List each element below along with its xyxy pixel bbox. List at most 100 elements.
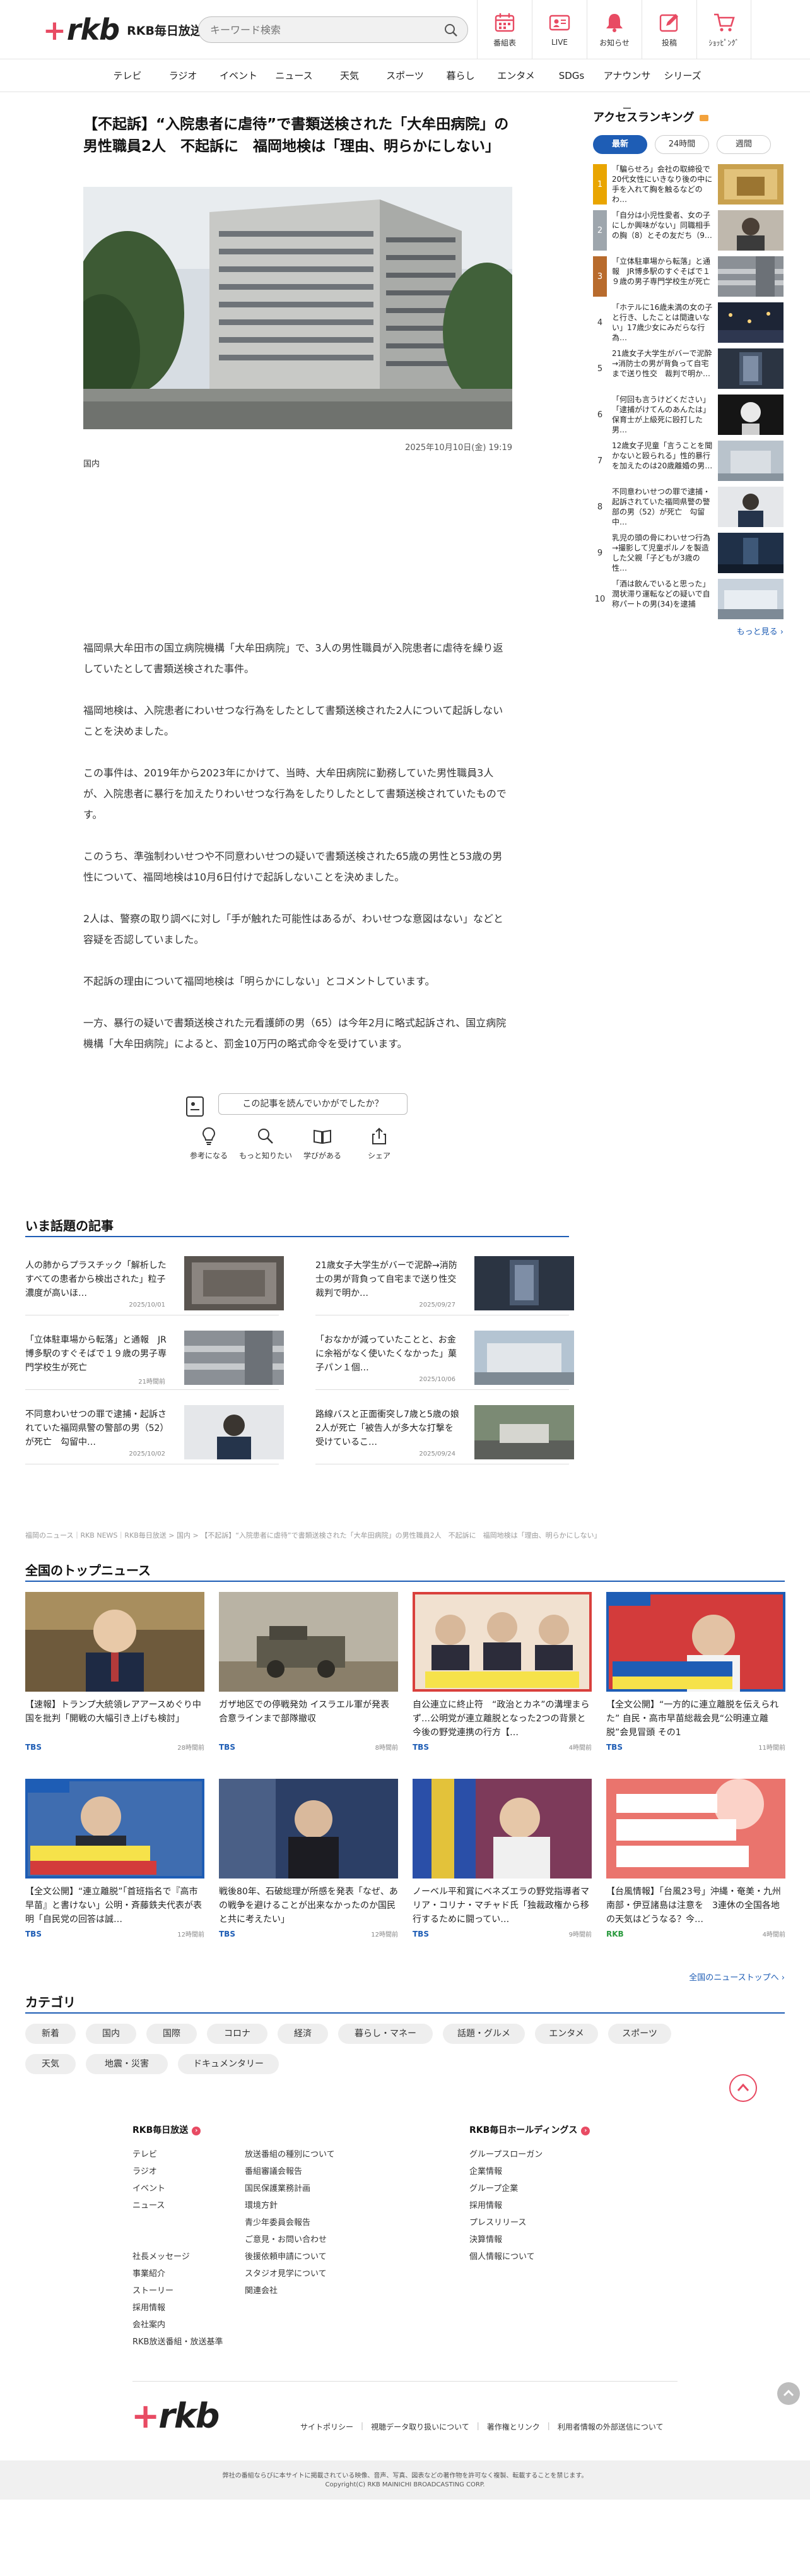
global-nav-announcer[interactable]: アナウンサー — [599, 59, 655, 114]
category-entertainment[interactable]: エンタメ — [535, 2024, 598, 2044]
ranking-item[interactable]: 2 「自分は小児性愛者、女の子にしか興味がない」同職相手の胸（8）とその友だち（… — [593, 210, 784, 251]
all-news-link[interactable]: 全国のニューストップへ › — [656, 1971, 785, 1983]
trending-item[interactable]: 路線バスと正面衝突し7歳と5歳の娘2人が死亡「被告人が多大な打撃を受けているこ…… — [315, 1405, 574, 1464]
search-input[interactable] — [210, 17, 437, 42]
footer-rkb-link[interactable]: RKB毎日放送 — [132, 2125, 188, 2135]
news-card[interactable]: 戦後80年、石破総理が所感を発表「なぜ、あの戦争を避けることが出来なかったのか国… — [219, 1779, 398, 1938]
site-policy-link[interactable]: サイトポリシー — [300, 2421, 353, 2432]
ranking-item[interactable]: 1 「騙らせろ」会社の取締役で20代女性にいきなり後の中に手を入れて胸を触るなど… — [593, 164, 784, 205]
feedback-share-button[interactable]: シェア — [351, 1126, 408, 1161]
footer-link[interactable]: プレスリリース — [469, 2214, 543, 2231]
feedback-helpful-button[interactable]: 参考になる — [180, 1126, 237, 1161]
ranking-item[interactable]: 8 不同意わいせつの罪で逮捕・起訴されていた福岡県警の警部の男（52）が死亡 勾… — [593, 487, 784, 527]
footer-link[interactable]: 決算情報 — [469, 2231, 543, 2248]
footer-link[interactable]: 番組審議会報告 — [245, 2163, 335, 2180]
news-card[interactable]: 【全文公開】“連立離脱”「首班指名で『高市早苗』と書けない」公明・斉藤鉄夫代表が… — [25, 1779, 204, 1938]
category-documentary[interactable]: ドキュメンタリー — [178, 2054, 279, 2074]
footer-logo[interactable]: +rkb — [131, 2396, 220, 2436]
ranking-item[interactable]: 10 「酒は飲んでいると思った」潤状滞り運転などの疑いで自称パートの男(34)を… — [593, 579, 784, 619]
ranking-tab-latest[interactable]: 最新 — [593, 135, 647, 154]
copyright-link[interactable]: 著作権とリンク — [487, 2421, 540, 2432]
news-card[interactable]: 自公連立に終止符 “政治とカネ”の溝埋まらず…公明党が連立離脱となった2つの背景… — [413, 1592, 592, 1752]
ranking-more-link[interactable]: もっと見る › — [593, 625, 784, 637]
header-nav-shopping[interactable]: ｼｮｯﾋﾟﾝｸﾞ — [696, 0, 751, 59]
global-nav-weather[interactable]: 天気 — [322, 59, 377, 92]
footer-link[interactable]: スタジオ見学について — [245, 2265, 335, 2282]
trending-item[interactable]: 21歳女子大学生がバーで泥酔→消防士の男が背負って自宅まで送り性交 裁判で明か…… — [315, 1256, 574, 1315]
global-nav-tv[interactable]: テレビ — [100, 59, 155, 92]
category-corona[interactable]: コロナ — [207, 2024, 267, 2044]
news-card[interactable]: ノーベル平和賞にベネズエラの野党指導者マリア・コリナ・マチャド氏「独裁政権から移… — [413, 1779, 592, 1938]
site-logo[interactable]: +rkb RKB毎日放送 — [43, 13, 202, 47]
category-weather[interactable]: 天気 — [25, 2054, 76, 2074]
external-transmission-link[interactable]: 利用者情報の外部送信について — [558, 2421, 664, 2432]
global-nav-event[interactable]: イベント — [211, 59, 266, 92]
ranking-item[interactable]: 9 乳児の頭の骨にわいせつ行為→撮影して児童ポルノを製造した父親「子どもが3歳の… — [593, 533, 784, 573]
footer-holdings-link[interactable]: RKB毎日ホールディングス — [469, 2125, 577, 2135]
global-nav-sdgs[interactable]: SDGs — [544, 59, 599, 92]
footer-link[interactable]: 国民保護業務計画 — [245, 2180, 335, 2197]
news-card[interactable]: ガザ地区での停戦発効 イスラエル軍が発表 合意ラインまで部隊撤収 TBS 8時間前 — [219, 1592, 398, 1752]
scroll-top-button[interactable] — [777, 2382, 800, 2405]
trending-item[interactable]: 「立体駐車場から転落」と通報 JR博多駅のすぐそばで１９歳の男子専門学校生が死亡… — [25, 1331, 284, 1390]
footer-link[interactable]: ご意見・お問い合わせ — [245, 2231, 335, 2248]
feedback-more-button[interactable]: もっと知りたい — [237, 1126, 294, 1161]
global-nav-news[interactable]: ニュース — [266, 59, 322, 92]
news-card[interactable]: 【台風情報】「台風23号」沖縄・奄美・九州南部・伊豆諸島は注意を 3連休の全国各… — [606, 1779, 785, 1938]
category-life-money[interactable]: 暮らし・マネー — [338, 2024, 433, 2044]
category-sports[interactable]: スポーツ — [608, 2024, 671, 2044]
trending-item[interactable]: 「おなかが減っていたことと、お金に余裕がなく使いたくなかった」菓子パン１個… 2… — [315, 1331, 574, 1390]
news-card[interactable]: 【速報】トランプ大統領レアアースめぐり中国を批判「開戦の大幅引き上げも検討」 T… — [25, 1592, 204, 1752]
footer-link[interactable]: 放送番組の種別について — [245, 2146, 335, 2163]
footer-link[interactable]: グループ企業 — [469, 2180, 543, 2197]
footer-link[interactable]: 社長メッセージ — [132, 2248, 223, 2265]
category-new[interactable]: 新着 — [25, 2024, 76, 2044]
ranking-tab-24h[interactable]: 24時間 — [655, 135, 709, 154]
news-card[interactable]: 【全文公開】“一方的に連立離脱を伝えられた” 自民・高市早苗総裁会見“公明連立離… — [606, 1592, 785, 1752]
article-category[interactable]: 国内 — [83, 457, 100, 469]
ranking-item[interactable]: 3 「立体駐車場から転落」と通報 JR博多駅のすぐそばで１９歳の男子専門学校生が… — [593, 256, 784, 297]
header-nav-live[interactable]: LIVE — [532, 0, 587, 59]
footer-link[interactable]: ストーリー — [132, 2282, 223, 2300]
ranking-item[interactable]: 4 「ホテルに16歳未満の女の子と行き、したことは間違いない」17歳少女にみだら… — [593, 302, 784, 343]
ranking-item[interactable]: 5 21歳女子大学生がバーで泥酔→消防士の男が背負って自宅まで送り性交 裁判で明… — [593, 348, 784, 389]
trending-item[interactable]: 不同意わいせつの罪で逮捕・起訴されていた福岡県警の警部の男（52）が死亡 勾留中… — [25, 1405, 284, 1464]
footer-link[interactable]: ラジオ — [132, 2163, 165, 2180]
ranking-item[interactable]: 6 「何回も言うけどください」「逮捕がけてんのあんたは」保育士が上級死に殴打した… — [593, 395, 784, 435]
footer-link[interactable]: ニュース — [132, 2197, 165, 2214]
category-economy[interactable]: 経済 — [278, 2024, 328, 2044]
header-nav-notice[interactable]: お知らせ — [587, 0, 642, 59]
footer-link[interactable]: 事業紹介 — [132, 2265, 223, 2282]
global-nav-sports[interactable]: スポーツ — [377, 59, 433, 92]
footer-link[interactable]: イベント — [132, 2180, 165, 2197]
footer-link[interactable]: 後援依頼申請について — [245, 2248, 335, 2265]
global-nav-life[interactable]: 暮らし — [433, 59, 488, 92]
feedback-learn-button[interactable]: 学びがある — [294, 1126, 351, 1161]
footer-link[interactable]: 青少年委員会報告 — [245, 2214, 335, 2231]
footer-link[interactable]: 会社案内 — [132, 2317, 223, 2334]
footer-link[interactable]: 採用情報 — [132, 2300, 223, 2317]
footer-link[interactable]: グループスローガン — [469, 2146, 543, 2163]
search-icon[interactable] — [443, 23, 459, 38]
footer-link[interactable]: 環境方針 — [245, 2197, 335, 2214]
ranking-tab-weekly[interactable]: 週間 — [717, 135, 771, 154]
category-disaster[interactable]: 地震・災害 — [86, 2054, 168, 2074]
footer-link[interactable]: テレビ — [132, 2146, 165, 2163]
global-nav-radio[interactable]: ラジオ — [155, 59, 211, 92]
viewing-data-link[interactable]: 視聴データ取り扱いについて — [371, 2421, 469, 2432]
footer-link[interactable]: 企業情報 — [469, 2163, 543, 2180]
footer-link[interactable]: 関連会社 — [245, 2282, 335, 2300]
category-domestic[interactable]: 国内 — [86, 2024, 136, 2044]
header-nav-schedule[interactable]: 番組表 — [477, 0, 532, 59]
footer-link[interactable]: 個人情報について — [469, 2248, 543, 2265]
ranking-item[interactable]: 7 12歳女子児童「言うことを聞かないと殴られる」性的暴行を加えたのは20歳離婚… — [593, 441, 784, 481]
category-topics-gourmet[interactable]: 話題・グルメ — [443, 2024, 525, 2044]
global-nav-entertainment[interactable]: エンタメ — [488, 59, 544, 92]
trending-item[interactable]: 人の肺からプラスチック「解析したすべての患者から検出された」粒子濃度が高いほ… … — [25, 1256, 284, 1315]
back-to-top-button[interactable] — [729, 2074, 757, 2102]
header-nav-post[interactable]: 投稿 — [642, 0, 696, 59]
category-international[interactable]: 国際 — [146, 2024, 197, 2044]
footer-link[interactable]: 採用情報 — [469, 2197, 543, 2214]
footer-link[interactable]: RKB放送番組・放送基準 — [132, 2334, 223, 2351]
global-nav-series[interactable]: シリーズ — [655, 59, 710, 92]
